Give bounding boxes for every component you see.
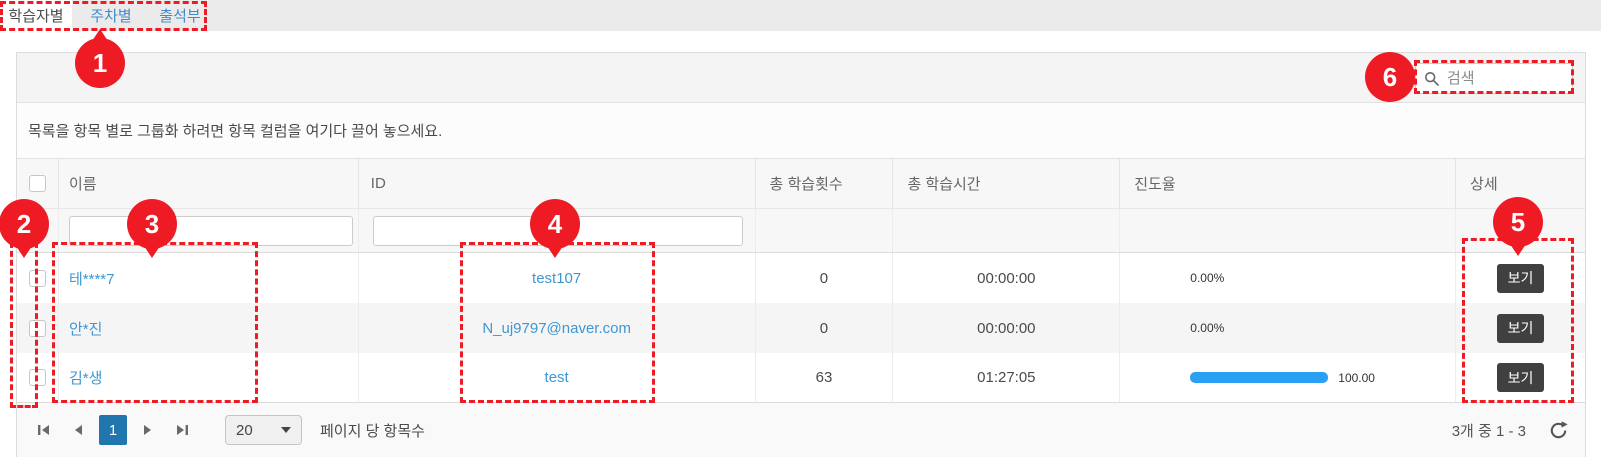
view-detail-button[interactable]: 보기 (1497, 264, 1544, 293)
annotation-badge-5: 5 (1493, 197, 1543, 247)
total-time-value: 01:27:05 (893, 353, 1120, 402)
row-checkbox[interactable] (29, 270, 46, 287)
total-time-value: 00:00:00 (893, 253, 1120, 303)
refresh-button[interactable] (1548, 420, 1569, 441)
learner-id-link[interactable]: test (545, 369, 569, 386)
annotation-badge-6: 6 (1365, 52, 1415, 102)
progress-bar (1190, 372, 1328, 383)
annotation-badge-1: 1 (75, 38, 125, 88)
progress-value: 100.00 (1338, 371, 1375, 385)
table-row: 안*진 N_uj9797@naver.com 0 00:00:00 0.00% … (17, 303, 1585, 353)
total-count-value: 63 (756, 353, 894, 402)
column-header-progress[interactable]: 진도율 (1120, 159, 1456, 208)
table-row: 테****7 test107 0 00:00:00 0.00% 보기 (17, 253, 1585, 303)
select-all-checkbox[interactable] (29, 175, 46, 192)
annotation-badge-2: 2 (0, 199, 49, 249)
last-page-button[interactable] (171, 415, 193, 445)
progress-value: 0.00% (1190, 321, 1224, 335)
total-count-value: 0 (756, 253, 894, 303)
learner-name-link[interactable]: 안*진 (69, 318, 102, 339)
tab-strip: 학습자별 주차별 출석부 (0, 0, 1601, 31)
filter-row (17, 209, 1585, 253)
learner-grid-panel: 목록을 항목 별로 그룹화 하려면 항목 컬럼을 여기다 끌어 놓으세요. 이름… (16, 52, 1586, 457)
annotation-badge-4: 4 (530, 199, 580, 249)
row-checkbox[interactable] (29, 369, 46, 386)
group-by-drop-zone[interactable]: 목록을 항목 별로 그룹화 하려면 항목 컬럼을 여기다 끌어 놓으세요. (17, 103, 1585, 159)
page-number-button[interactable]: 1 (99, 415, 127, 445)
total-time-value: 00:00:00 (893, 303, 1120, 353)
table-header-row: 이름 ID 총 학습횟수 총 학습시간 진도율 상세 (17, 159, 1585, 209)
learner-name-link[interactable]: 김*생 (69, 367, 102, 388)
group-by-hint-text: 목록을 항목 별로 그룹화 하려면 항목 컬럼을 여기다 끌어 놓으세요. (28, 120, 442, 141)
page-size-value: 20 (236, 422, 253, 439)
learner-id-link[interactable]: N_uj9797@naver.com (482, 320, 631, 337)
learner-id-link[interactable]: test107 (532, 270, 581, 287)
tab-attendance-book[interactable]: 출석부 (150, 0, 210, 31)
learner-name-link[interactable]: 테****7 (69, 268, 115, 289)
name-filter-input[interactable] (69, 216, 353, 246)
column-header-name[interactable]: 이름 (59, 159, 359, 208)
view-detail-button[interactable]: 보기 (1497, 363, 1544, 392)
grid-pager: 1 20 페이지 당 항목수 3개 중 1 - 3 (17, 403, 1585, 457)
grid-toolbar (17, 53, 1585, 103)
first-page-button[interactable] (33, 415, 55, 445)
tab-by-week[interactable]: 주차별 (72, 0, 150, 31)
search-icon (1424, 71, 1440, 87)
tab-by-learner[interactable]: 학습자별 (0, 0, 72, 31)
search-box[interactable] (1415, 63, 1573, 94)
search-input[interactable] (1447, 70, 1562, 87)
annotation-badge-3: 3 (127, 199, 177, 249)
chevron-down-icon (281, 427, 291, 433)
previous-page-button[interactable] (67, 415, 89, 445)
items-per-page-label: 페이지 당 항목수 (320, 420, 425, 441)
item-range-label: 3개 중 1 - 3 (1452, 420, 1526, 441)
page-size-dropdown[interactable]: 20 (225, 415, 302, 445)
row-checkbox[interactable] (29, 320, 46, 337)
progress-value: 0.00% (1190, 271, 1224, 285)
total-count-value: 0 (756, 303, 894, 353)
next-page-button[interactable] (137, 415, 159, 445)
column-header-total-time[interactable]: 총 학습시간 (893, 159, 1120, 208)
table-row: 김*생 test 63 01:27:05 100.00 보기 (17, 353, 1585, 403)
column-header-total-count[interactable]: 총 학습횟수 (756, 159, 894, 208)
view-detail-button[interactable]: 보기 (1497, 314, 1544, 343)
refresh-icon (1548, 420, 1569, 441)
